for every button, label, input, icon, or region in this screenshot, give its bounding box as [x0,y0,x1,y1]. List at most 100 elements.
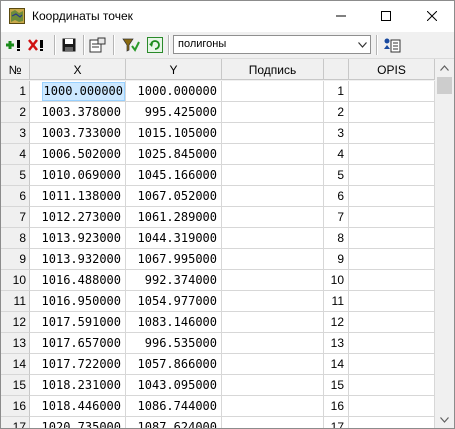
sign-cell[interactable] [222,291,324,312]
opis-cell[interactable] [349,102,435,123]
opis-cell[interactable] [349,354,435,375]
row-number-cell[interactable]: 14 [1,354,30,375]
opis-cell[interactable] [349,186,435,207]
y-cell[interactable]: 1015.105000 [126,123,222,144]
x-cell[interactable]: 1017.722000 [30,354,126,375]
sign-cell[interactable] [222,354,324,375]
delete-point-button[interactable] [27,35,47,55]
y-cell[interactable]: 1025.845000 [126,144,222,165]
table-row[interactable]: 3 1003.733000 1015.105000 3 [1,123,435,144]
x-cell[interactable]: 1016.950000 [30,291,126,312]
y-cell[interactable]: 995.425000 [126,102,222,123]
column-header-blank[interactable] [324,59,349,80]
opis-cell[interactable] [349,144,435,165]
group-cell[interactable]: 8 [324,228,349,249]
sign-cell[interactable] [222,228,324,249]
table-row[interactable]: 7 1012.273000 1061.289000 7 [1,207,435,228]
y-cell[interactable]: 1000.000000 [126,81,222,102]
table-row[interactable]: 16 1018.446000 1086.744000 16 [1,396,435,417]
x-cell[interactable]: 1011.138000 [30,186,126,207]
row-number-cell[interactable]: 15 [1,375,30,396]
row-number-cell[interactable]: 6 [1,186,30,207]
column-header-x[interactable]: X [30,59,126,80]
x-cell[interactable]: 1020.735000 [30,417,126,428]
row-number-cell[interactable]: 3 [1,123,30,144]
sign-cell[interactable] [222,312,324,333]
opis-cell[interactable] [349,417,435,428]
y-cell[interactable]: 1087.624000 [126,417,222,428]
column-header-number[interactable]: № [1,59,30,80]
row-number-cell[interactable]: 9 [1,249,30,270]
opis-cell[interactable] [349,81,435,102]
row-number-cell[interactable]: 2 [1,102,30,123]
group-cell[interactable]: 14 [324,354,349,375]
opis-cell[interactable] [349,228,435,249]
sign-cell[interactable] [222,123,324,144]
x-cell[interactable]: 1016.488000 [30,270,126,291]
scroll-down-button[interactable] [435,411,454,428]
x-cell[interactable]: 1006.502000 [30,144,126,165]
group-cell[interactable]: 11 [324,291,349,312]
x-cell[interactable]: 1003.378000 [30,102,126,123]
x-cell[interactable]: 1010.069000 [30,165,126,186]
sign-cell[interactable] [222,249,324,270]
vertical-scrollbar[interactable] [435,59,454,428]
group-cell[interactable]: 1 [324,81,349,102]
x-cell[interactable]: 1017.657000 [30,333,126,354]
y-cell[interactable]: 1083.146000 [126,312,222,333]
scroll-thumb[interactable] [437,77,452,94]
opis-cell[interactable] [349,396,435,417]
y-cell[interactable]: 992.374000 [126,270,222,291]
sign-cell[interactable] [222,144,324,165]
table-row[interactable]: 1 1000.000000 1000.000000 1 [1,81,435,102]
table-row[interactable]: 6 1011.138000 1067.052000 6 [1,186,435,207]
table-row[interactable]: 2 1003.378000 995.425000 2 [1,102,435,123]
x-cell[interactable]: 1000.000000 [30,81,126,102]
row-number-cell[interactable]: 1 [1,81,30,102]
table-row[interactable]: 11 1016.950000 1054.977000 11 [1,291,435,312]
x-cell[interactable]: 1018.446000 [30,396,126,417]
table-row[interactable]: 5 1010.069000 1045.166000 5 [1,165,435,186]
sign-cell[interactable] [222,396,324,417]
table-row[interactable]: 14 1017.722000 1057.866000 14 [1,354,435,375]
sign-cell[interactable] [222,375,324,396]
group-cell[interactable]: 16 [324,396,349,417]
filter-button[interactable] [121,35,141,55]
close-button[interactable] [409,1,454,31]
opis-cell[interactable] [349,291,435,312]
group-cell[interactable]: 3 [324,123,349,144]
table-row[interactable]: 15 1018.231000 1043.095000 15 [1,375,435,396]
sign-cell[interactable] [222,270,324,291]
row-number-cell[interactable]: 12 [1,312,30,333]
opis-cell[interactable] [349,123,435,144]
table-row[interactable]: 10 1016.488000 992.374000 10 [1,270,435,291]
scroll-up-button[interactable] [435,59,454,76]
opis-cell[interactable] [349,312,435,333]
chevron-down-icon[interactable] [354,36,370,53]
group-cell[interactable]: 17 [324,417,349,428]
x-cell[interactable]: 1017.591000 [30,312,126,333]
sign-cell[interactable] [222,102,324,123]
table-row[interactable]: 12 1017.591000 1083.146000 12 [1,312,435,333]
x-cell[interactable]: 1018.231000 [30,375,126,396]
group-cell[interactable]: 2 [324,102,349,123]
sign-cell[interactable] [222,207,324,228]
table-row[interactable]: 4 1006.502000 1025.845000 4 [1,144,435,165]
sign-cell[interactable] [222,81,324,102]
x-cell[interactable]: 1013.932000 [30,249,126,270]
y-cell[interactable]: 1067.995000 [126,249,222,270]
y-cell[interactable]: 1061.289000 [126,207,222,228]
table-row[interactable]: 8 1013.923000 1044.319000 8 [1,228,435,249]
group-cell[interactable]: 15 [324,375,349,396]
sign-cell[interactable] [222,417,324,428]
opis-cell[interactable] [349,270,435,291]
x-cell[interactable]: 1013.923000 [30,228,126,249]
group-cell[interactable]: 5 [324,165,349,186]
table-row[interactable]: 13 1017.657000 996.535000 13 [1,333,435,354]
add-point-button[interactable] [4,35,24,55]
refresh-button[interactable] [145,35,165,55]
group-cell[interactable]: 12 [324,312,349,333]
export-button[interactable] [382,35,402,55]
table-row[interactable]: 9 1013.932000 1067.995000 9 [1,249,435,270]
column-header-sign[interactable]: Подпись [222,59,324,80]
